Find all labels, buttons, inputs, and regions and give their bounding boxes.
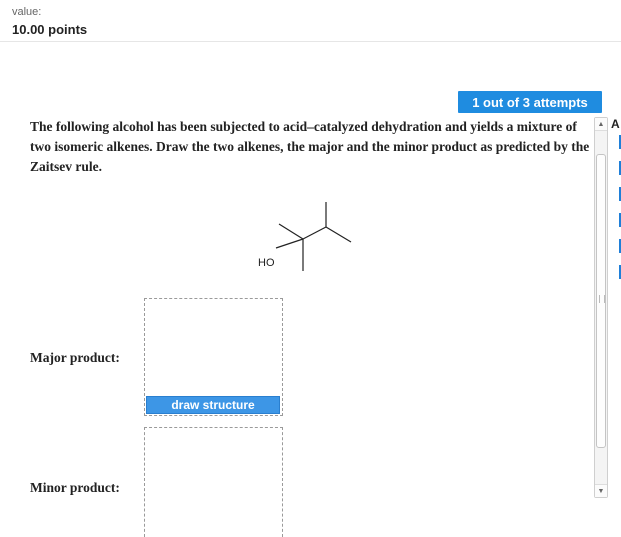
scrollbar[interactable]: ▲ ▼ xyxy=(594,117,608,498)
scroll-up-icon[interactable]: ▲ xyxy=(595,118,607,131)
value-label: value: xyxy=(12,6,42,18)
major-product-label: Major product: xyxy=(30,350,120,365)
bond-ch-methyl-down xyxy=(325,226,352,243)
grip-icon xyxy=(599,295,605,303)
draw-structure-button[interactable]: draw structure xyxy=(146,396,280,414)
bond-ho-c xyxy=(275,238,304,249)
question-text: The following alcohol has been subjected… xyxy=(30,119,590,174)
points-value: 10.00 points xyxy=(12,22,88,37)
header-divider xyxy=(0,41,621,42)
minor-product-label: Minor product: xyxy=(30,480,120,495)
scroll-thumb[interactable] xyxy=(596,154,606,448)
bond-c-ch xyxy=(302,226,327,240)
oh-label: HO xyxy=(258,257,275,269)
alcohol-structure: HO xyxy=(258,202,352,271)
cutoff-letter: A xyxy=(611,117,620,131)
bond-ethyl-up xyxy=(278,223,304,240)
scroll-down-icon[interactable]: ▼ xyxy=(595,484,607,497)
attempts-badge: 1 out of 3 attempts xyxy=(458,91,602,113)
